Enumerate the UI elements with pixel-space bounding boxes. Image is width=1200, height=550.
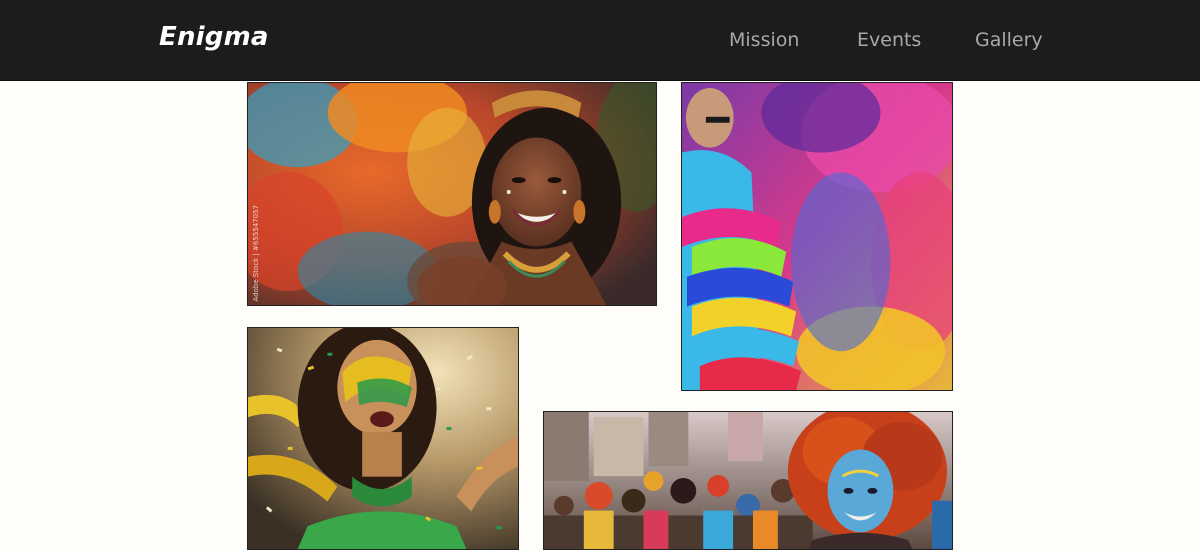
brand-logo[interactable]: Enigma <box>159 22 269 52</box>
nav-link-events[interactable]: Events <box>857 29 921 51</box>
photo-confetti-dancer-image <box>248 328 518 549</box>
gallery-photo-confetti-dancer[interactable] <box>247 327 519 550</box>
photo-street-parade-image <box>544 412 952 549</box>
photo-carnival-dancer-image <box>248 83 656 305</box>
stock-watermark: Adobe Stock | #655547057 <box>252 204 260 302</box>
gallery-photo-carnival-dancer[interactable]: Adobe Stock | #655547057 <box>247 82 657 306</box>
gallery-photo-street-parade[interactable] <box>543 411 953 550</box>
top-navbar: Enigma Mission Events Gallery <box>0 0 1200 81</box>
gallery-photo-ruffled-dancer[interactable] <box>681 82 953 391</box>
photo-ruffled-dancer-image <box>682 83 952 390</box>
nav-link-gallery[interactable]: Gallery <box>975 29 1043 51</box>
nav-link-mission[interactable]: Mission <box>729 29 799 51</box>
